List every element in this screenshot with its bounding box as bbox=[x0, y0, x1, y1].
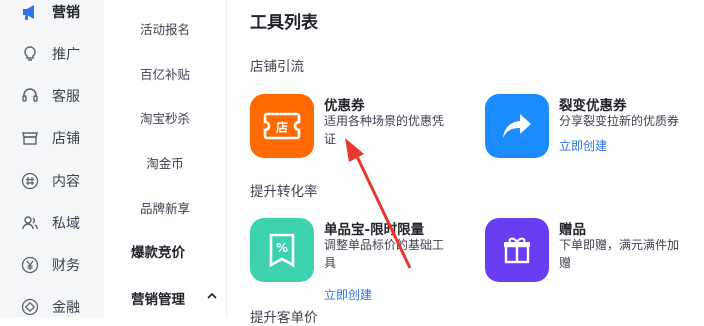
headset-icon bbox=[20, 86, 40, 106]
megaphone-icon bbox=[20, 2, 40, 22]
tool-desc: 下单即赠，满元满件加赠 bbox=[559, 238, 680, 270]
tool-card-gift[interactable]: 赠品 下单即赠，满元满件加赠 bbox=[485, 218, 704, 298]
tool-name[interactable]: 单品宝-限时限量 bbox=[324, 218, 424, 238]
coupon-glyph: 店 bbox=[276, 120, 288, 135]
nav-item-label: 客服 bbox=[52, 89, 80, 105]
discount-glyph: % bbox=[276, 241, 288, 255]
tool-card-coupon[interactable]: 店 优惠券 适用各种场景的优惠凭证 bbox=[250, 94, 470, 174]
secondary-menu: 活动报名 百亿补贴 淘宝秒杀 淘金币 品牌新享 爆款竞价 营销管理 bbox=[104, 0, 227, 317]
nav-item-label: 营销 bbox=[52, 5, 80, 21]
chevron-up-icon[interactable] bbox=[207, 290, 217, 303]
nav-item-label: 金融 bbox=[52, 300, 80, 316]
menu-group-marketing-mgmt[interactable]: 营销管理 bbox=[131, 288, 185, 308]
nav-item-store[interactable]: 店铺 bbox=[0, 120, 104, 156]
menu-group-bidding[interactable]: 爆款竞价 bbox=[131, 241, 185, 261]
nav-item-label: 推广 bbox=[52, 47, 80, 63]
nav-item-label: 内容 bbox=[52, 174, 80, 190]
nav-item-marketing[interactable]: 营销 bbox=[0, 0, 104, 30]
tool-list-panel: 工具列表 店铺引流 店 优惠券 适用各种场景的优惠凭证 裂变优惠券 分享裂变拉新… bbox=[226, 0, 704, 326]
tool-card-single-item[interactable]: % 单品宝-限时限量 调整单品标价的基础工具 立即创建 bbox=[250, 218, 470, 302]
section-title-traffic: 店铺引流 bbox=[250, 59, 304, 75]
store-icon bbox=[20, 128, 40, 148]
menu-item-gold-coin[interactable]: 淘金币 bbox=[104, 153, 226, 172]
tool-name[interactable]: 赠品 bbox=[559, 218, 586, 238]
lightbulb-icon bbox=[20, 44, 40, 64]
primary-nav: 营销 推广 客服 店铺 内容 私域 财务 金融 bbox=[0, 0, 104, 317]
discount-icon[interactable]: % bbox=[250, 218, 314, 282]
gift-icon[interactable] bbox=[485, 218, 549, 282]
page-title: 工具列表 bbox=[250, 13, 318, 33]
tool-desc: 分享裂变拉新的优质券 bbox=[559, 114, 680, 128]
tool-name[interactable]: 裂变优惠券 bbox=[559, 94, 627, 114]
hashtag-icon bbox=[20, 171, 40, 191]
nav-item-label: 私域 bbox=[52, 216, 80, 232]
tool-card-fission-coupon[interactable]: 裂变优惠券 分享裂变拉新的优质券 立即创建 bbox=[485, 94, 704, 174]
menu-item-brand-new[interactable]: 品牌新享 bbox=[104, 198, 226, 217]
nav-item-private[interactable]: 私域 bbox=[0, 205, 104, 241]
yuan-icon bbox=[20, 255, 40, 275]
nav-item-promotion[interactable]: 推广 bbox=[0, 36, 104, 72]
nav-item-content[interactable]: 内容 bbox=[0, 163, 104, 199]
section-title-order-value: 提升客单价 bbox=[250, 310, 318, 326]
tool-desc: 调整单品标价的基础工具 bbox=[324, 238, 445, 270]
nav-item-banking[interactable]: 金融 bbox=[0, 289, 104, 325]
coupon-icon[interactable]: 店 bbox=[250, 94, 314, 158]
menu-item-flash-sale[interactable]: 淘宝秒杀 bbox=[104, 108, 226, 127]
tool-desc: 适用各种场景的优惠凭证 bbox=[324, 114, 445, 146]
nav-item-label: 店铺 bbox=[52, 131, 80, 147]
people-icon bbox=[20, 213, 40, 233]
nav-item-finance[interactable]: 财务 bbox=[0, 247, 104, 283]
create-now-link[interactable]: 立即创建 bbox=[559, 137, 607, 154]
nav-item-service[interactable]: 客服 bbox=[0, 78, 104, 114]
coin-icon bbox=[20, 297, 40, 317]
tool-name[interactable]: 优惠券 bbox=[324, 94, 365, 114]
nav-item-label: 财务 bbox=[52, 258, 80, 274]
create-now-link[interactable]: 立即创建 bbox=[324, 286, 372, 303]
menu-item-activity-signup[interactable]: 活动报名 bbox=[104, 19, 226, 38]
menu-item-subsidy[interactable]: 百亿补贴 bbox=[104, 64, 226, 83]
share-arrow-icon[interactable] bbox=[485, 94, 549, 158]
section-title-conversion: 提升转化率 bbox=[250, 184, 318, 200]
